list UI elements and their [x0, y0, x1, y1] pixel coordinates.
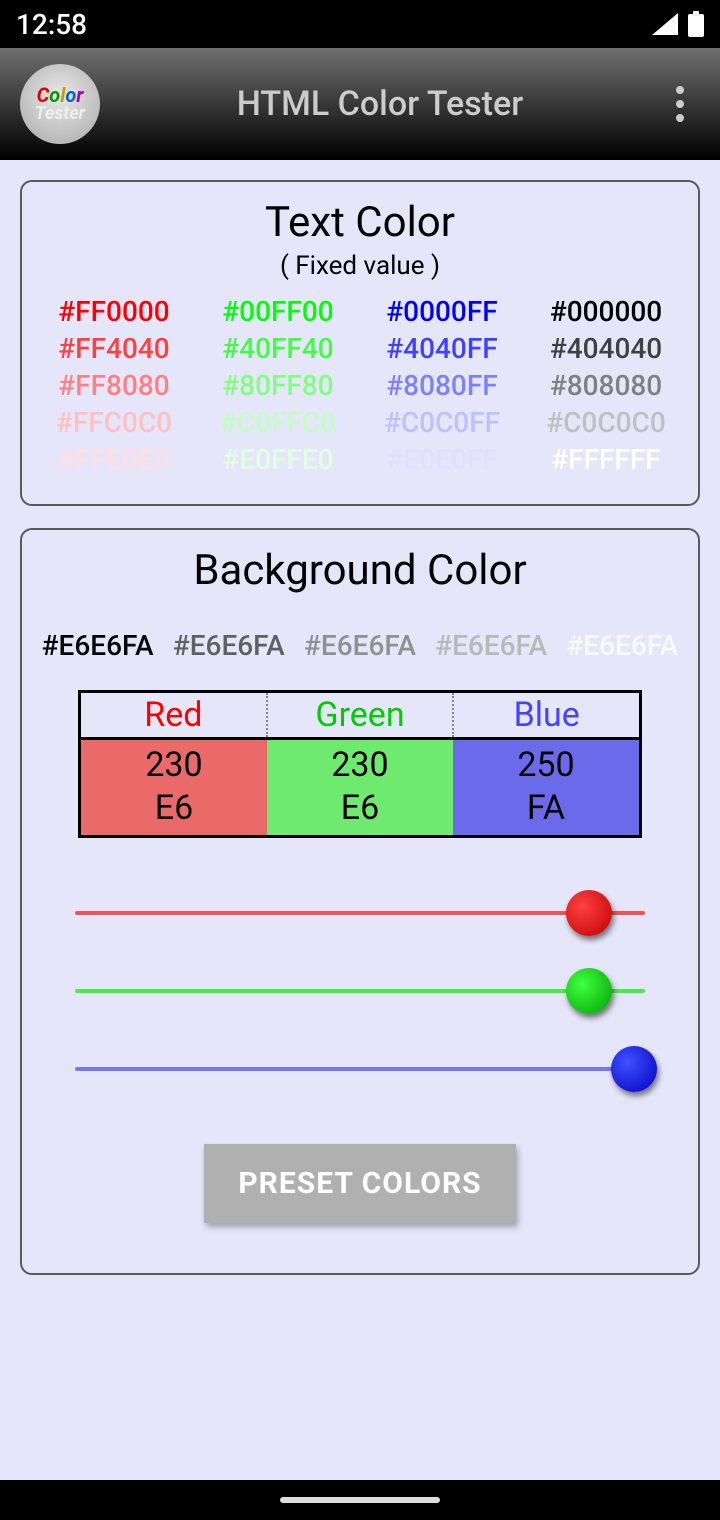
blue-hex: FA	[453, 787, 639, 830]
text-color-swatch: #808080	[524, 369, 688, 402]
text-color-swatch: #FFE0E0	[32, 443, 196, 476]
text-color-swatch: #000000	[524, 295, 688, 328]
background-hex-sample: #E6E6FA	[435, 629, 547, 662]
text-color-swatch: #E0E0FF	[360, 443, 524, 476]
text-color-subtitle: ( Fixed value )	[32, 251, 688, 281]
preset-colors-button[interactable]: PRESET COLORS	[204, 1144, 515, 1223]
background-hex-sample: #E6E6FA	[566, 629, 678, 662]
signal-icon	[652, 13, 678, 35]
red-slider[interactable]	[75, 888, 645, 938]
background-hex-sample: #E6E6FA	[42, 629, 154, 662]
background-color-panel: Background Color #E6E6FA#E6E6FA#E6E6FA#E…	[20, 528, 700, 1275]
app-title: HTML Color Tester	[100, 84, 660, 124]
text-color-title: Text Color	[32, 198, 688, 247]
battery-icon	[688, 11, 704, 37]
rgb-head-green: Green	[268, 693, 455, 737]
text-color-swatch: #E0FFE0	[196, 443, 360, 476]
blue-dec: 250	[453, 744, 639, 787]
rgb-table: Red Green Blue 230 E6 230 E6 250 FA	[78, 690, 642, 838]
android-nav-bar[interactable]	[0, 1480, 720, 1520]
text-color-swatch: #C0C0C0	[524, 406, 688, 439]
background-hex-sample: #E6E6FA	[173, 629, 285, 662]
text-color-swatch: #404040	[524, 332, 688, 365]
rgb-cell-blue: 250 FA	[453, 740, 639, 835]
text-color-swatch: #FF4040	[32, 332, 196, 365]
green-slider[interactable]	[75, 966, 645, 1016]
text-color-swatch: #FFC0C0	[32, 406, 196, 439]
overflow-menu-icon[interactable]	[660, 86, 700, 122]
blue-slider[interactable]	[75, 1044, 645, 1094]
text-color-swatch: #FF0000	[32, 295, 196, 328]
red-hex: E6	[81, 787, 267, 830]
text-color-swatch: #80FF80	[196, 369, 360, 402]
app-logo: Color Tester	[20, 64, 100, 144]
status-icons	[652, 11, 704, 37]
text-color-swatch-grid: #FF0000#00FF00#0000FF#000000 #FF4040#40FF…	[32, 295, 688, 476]
background-color-title: Background Color	[32, 546, 688, 595]
green-dec: 230	[267, 744, 453, 787]
text-color-swatch: #00FF00	[196, 295, 360, 328]
app-bar: Color Tester HTML Color Tester	[0, 48, 720, 160]
text-color-swatch: #4040FF	[360, 332, 524, 365]
red-dec: 230	[81, 744, 267, 787]
status-bar: 12:58	[0, 0, 720, 48]
background-hex-row: #E6E6FA #E6E6FA #E6E6FA #E6E6FA #E6E6FA	[32, 629, 688, 662]
green-hex: E6	[267, 787, 453, 830]
text-color-swatch: #FFFFFF	[524, 443, 688, 476]
status-time: 12:58	[16, 8, 87, 41]
text-color-panel: Text Color ( Fixed value ) #FF0000#00FF0…	[20, 180, 700, 506]
text-color-swatch: #C0FFC0	[196, 406, 360, 439]
rgb-head-blue: Blue	[454, 693, 639, 737]
rgb-head-red: Red	[81, 693, 268, 737]
text-color-swatch: #FF8080	[32, 369, 196, 402]
text-color-swatch: #C0C0FF	[360, 406, 524, 439]
rgb-cell-green: 230 E6	[267, 740, 453, 835]
text-color-swatch: #0000FF	[360, 295, 524, 328]
text-color-swatch: #40FF40	[196, 332, 360, 365]
rgb-sliders	[75, 888, 645, 1094]
background-hex-sample: #E6E6FA	[304, 629, 416, 662]
home-indicator[interactable]	[280, 1497, 440, 1503]
rgb-cell-red: 230 E6	[81, 740, 267, 835]
text-color-swatch: #8080FF	[360, 369, 524, 402]
